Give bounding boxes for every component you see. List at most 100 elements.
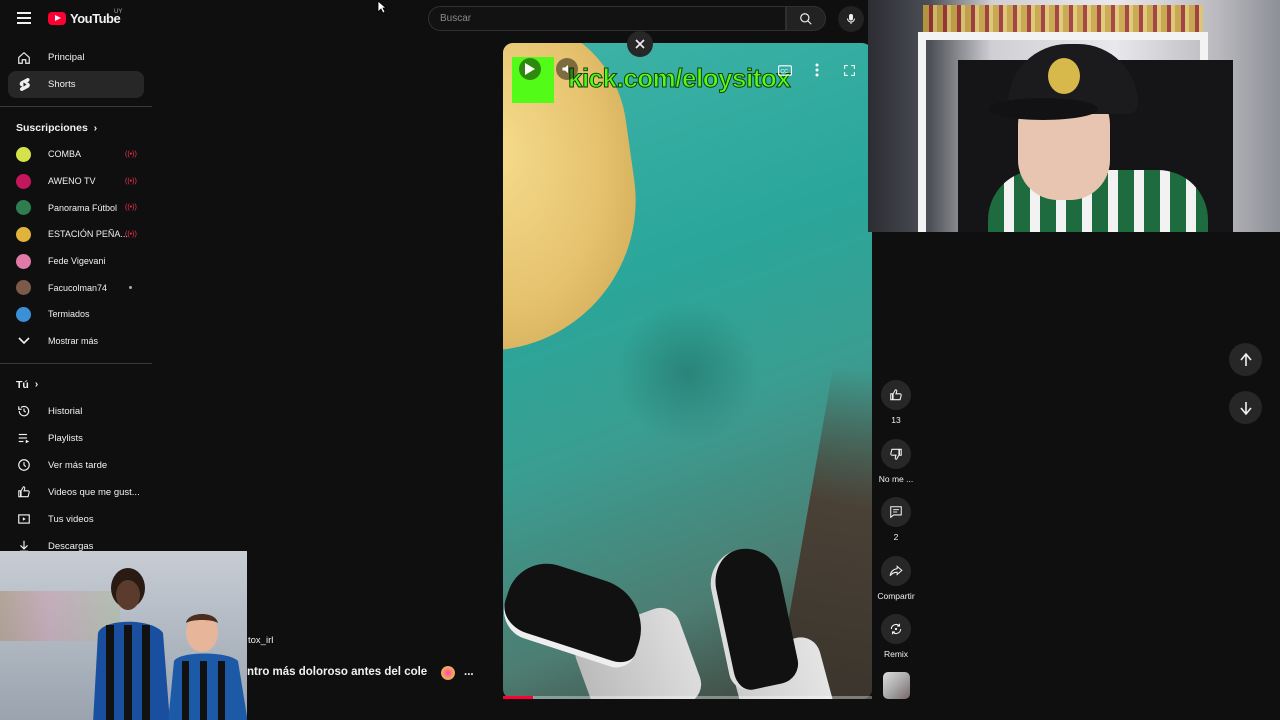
- channel-avatar: [16, 253, 31, 269]
- celebrating-player-image: [168, 614, 247, 720]
- subscription-label: Termiados: [48, 309, 90, 320]
- video-progress-fill: [503, 696, 533, 699]
- search-box[interactable]: [428, 6, 786, 31]
- channel-avatar: [16, 173, 31, 189]
- play-button[interactable]: [519, 58, 541, 80]
- voice-search-button[interactable]: [838, 6, 864, 32]
- like-count: 13: [891, 415, 901, 425]
- dislike-button[interactable]: [881, 439, 911, 469]
- watch-later-icon: [16, 457, 32, 473]
- menu-button[interactable]: [14, 9, 34, 29]
- comments-button[interactable]: [881, 497, 911, 527]
- search-button[interactable]: [786, 6, 826, 31]
- remix-icon: [890, 623, 902, 635]
- logo-country-code: UY: [114, 9, 123, 15]
- you-heading[interactable]: Tú ›: [0, 372, 152, 398]
- subscription-item-aweno-tv[interactable]: AWENO TV ((•)): [8, 168, 144, 195]
- arrow-up-icon: [1239, 352, 1252, 366]
- sidebar-item-label: Playlists: [48, 432, 83, 444]
- more-options-button[interactable]: [808, 62, 826, 78]
- show-more-button[interactable]: Mostrar más: [8, 328, 144, 355]
- chevron-right-icon: ›: [93, 122, 98, 134]
- microphone-icon: [847, 14, 855, 24]
- youtube-logo[interactable]: YouTube: [48, 11, 121, 26]
- sidebar-item-label: Ver más tarde: [48, 459, 108, 471]
- captions-icon: CC: [778, 64, 792, 76]
- subscription-item-termiados[interactable]: Termiados: [8, 301, 144, 328]
- arrow-down-icon: [1239, 401, 1252, 415]
- subscriptions-title: Suscripciones: [16, 122, 88, 134]
- fullscreen-button[interactable]: [840, 62, 858, 78]
- subscription-item-estacion-pena[interactable]: ESTACIÓN PEÑA... ((•)): [8, 221, 144, 248]
- cap-brim: [988, 98, 1098, 120]
- sidebar-item-shorts[interactable]: Shorts: [8, 71, 144, 98]
- sound-thumbnail[interactable]: [883, 672, 910, 699]
- remix-button[interactable]: [881, 614, 911, 644]
- youtube-logo-icon: [48, 12, 66, 25]
- kick-url-overlay: kick.com/eloysitox: [567, 63, 791, 94]
- subscription-label: AWENO TV: [48, 176, 96, 187]
- subscription-item-panorama-futbol[interactable]: Panorama Fútbol ((•)): [8, 194, 144, 221]
- mute-button[interactable]: [556, 58, 578, 80]
- new-content-dot: [129, 286, 132, 290]
- next-short-button[interactable]: [1229, 391, 1262, 424]
- sidebar: Principal Shorts Suscripciones › COMBA (…: [0, 44, 152, 560]
- sidebar-item-your-videos[interactable]: Tus videos: [8, 506, 144, 533]
- comment-count: 2: [893, 532, 899, 542]
- subscription-item-fede-vigevani[interactable]: Fede Vigevani: [8, 248, 144, 275]
- sidebar-item-label: Historial: [48, 405, 83, 417]
- sidebar-item-historial[interactable]: Historial: [8, 398, 144, 425]
- live-indicator-icon: ((•)): [125, 230, 137, 238]
- comments-action: 2: [874, 497, 918, 542]
- remix-label: Remix: [883, 649, 909, 659]
- share-button[interactable]: [881, 556, 911, 586]
- search-input[interactable]: [440, 7, 785, 30]
- your-videos-icon: [16, 511, 32, 527]
- live-indicator-icon: ((•)): [125, 150, 137, 158]
- like-button[interactable]: [881, 380, 911, 410]
- short-title[interactable]: ntro más doloroso antes del cole: [247, 666, 427, 678]
- chevron-right-icon: ›: [34, 379, 39, 390]
- subscription-item-comba[interactable]: COMBA ((•)): [8, 141, 144, 168]
- search-icon: [800, 12, 812, 25]
- mouse-cursor-icon: [377, 0, 387, 14]
- liked-videos-icon: [16, 484, 32, 500]
- you-title: Tú: [16, 378, 29, 391]
- emoji-icon: [441, 666, 455, 680]
- subscription-label: COMBA: [48, 149, 82, 160]
- subscriptions-heading[interactable]: Suscripciones ›: [0, 115, 152, 141]
- thumbs-up-icon: [890, 389, 902, 401]
- previous-short-button[interactable]: [1229, 343, 1262, 376]
- captions-button[interactable]: CC: [776, 62, 794, 78]
- video-frame-shoe: [503, 553, 654, 673]
- history-icon: [16, 403, 32, 419]
- sidebar-item-principal[interactable]: Principal: [8, 44, 144, 71]
- wall-flag: [923, 5, 1203, 35]
- video-frame-stain: [613, 303, 763, 443]
- subscription-label: ESTACIÓN PEÑA...: [48, 229, 128, 240]
- sidebar-item-playlists[interactable]: Playlists: [8, 425, 144, 452]
- sidebar-item-liked-videos[interactable]: Videos que me gust...: [8, 479, 144, 506]
- thumbs-down-icon: [890, 448, 902, 460]
- title-more-button[interactable]: ...: [464, 666, 474, 678]
- sidebar-divider: [0, 106, 152, 107]
- live-indicator-icon: ((•)): [125, 204, 137, 212]
- short-video-player[interactable]: [503, 43, 872, 699]
- live-indicator-icon: ((•)): [125, 177, 137, 185]
- sidebar-item-watch-later[interactable]: Ver más tarde: [8, 452, 144, 479]
- stream-overlay-image: [0, 551, 247, 720]
- comment-icon: [890, 506, 902, 519]
- close-button[interactable]: [627, 31, 653, 57]
- shorts-icon: [16, 77, 32, 93]
- channel-avatar: [16, 200, 31, 216]
- subscription-item-facucolman74[interactable]: Facucolman74: [8, 274, 144, 301]
- video-progress-bar[interactable]: [503, 696, 872, 699]
- channel-avatar: [16, 306, 31, 322]
- share-icon: [889, 565, 903, 576]
- football-player-image: [93, 568, 170, 720]
- show-more-label: Mostrar más: [48, 336, 99, 347]
- dislike-action: No me ...: [874, 439, 918, 484]
- sidebar-divider: [0, 362, 152, 364]
- play-icon: [525, 63, 535, 75]
- short-channel-name[interactable]: tox_irl: [248, 635, 273, 646]
